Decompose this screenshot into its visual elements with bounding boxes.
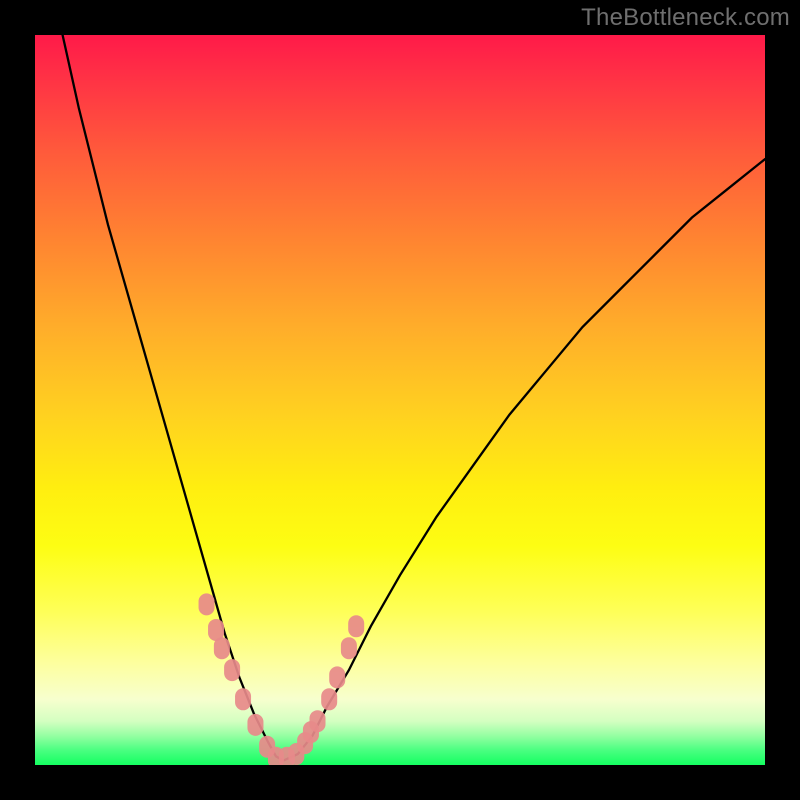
highlight-marker: [329, 666, 345, 688]
bottleneck-curve: [35, 35, 765, 761]
curve-layer: [35, 35, 765, 765]
highlight-marker: [321, 688, 337, 710]
highlight-marker: [235, 688, 251, 710]
highlight-marker: [214, 637, 230, 659]
watermark-text: TheBottleneck.com: [581, 4, 790, 32]
highlight-marker: [224, 659, 240, 681]
highlight-marker: [348, 615, 364, 637]
highlight-marker: [247, 714, 263, 736]
highlight-marker: [310, 710, 326, 732]
plot-area: [35, 35, 765, 765]
chart-frame: TheBottleneck.com: [0, 0, 800, 800]
highlight-marker: [199, 593, 215, 615]
highlight-marker: [341, 637, 357, 659]
highlight-markers: [199, 593, 365, 765]
